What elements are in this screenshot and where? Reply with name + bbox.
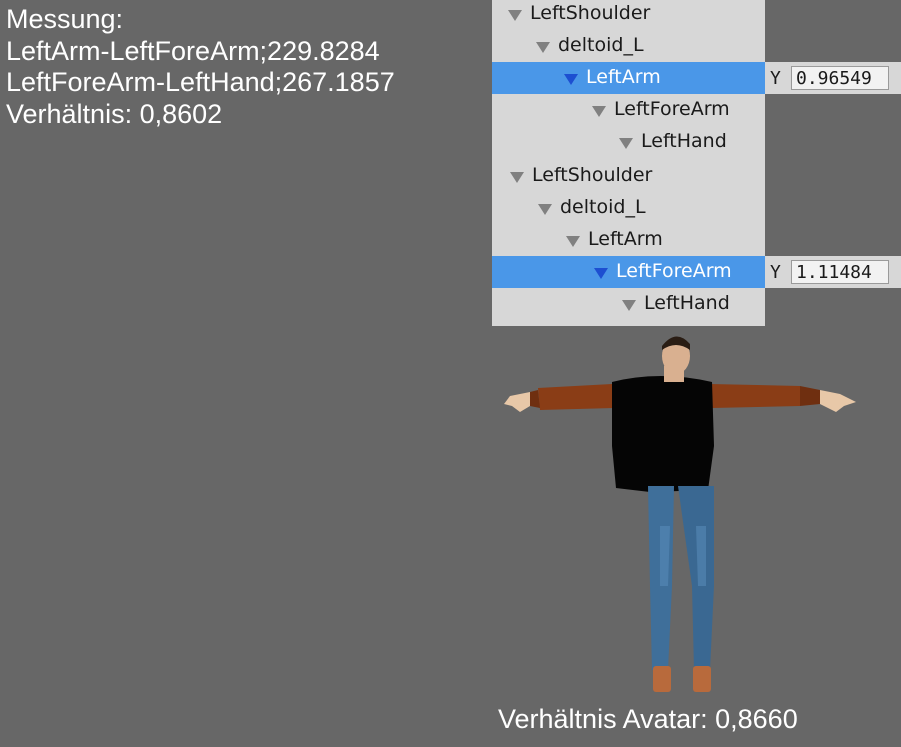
measurement-heading: Messung: [6, 4, 124, 34]
avatar-figure [504, 336, 856, 692]
right-forearm [800, 386, 820, 406]
hierarchy-item-label: LeftForeArm [614, 98, 730, 120]
hierarchy-item-label: LeftShoulder [530, 2, 651, 24]
axis-label: Y [770, 68, 781, 89]
hierarchy-item[interactable]: LeftHand [492, 288, 765, 320]
hierarchy-item-label: LeftArm [588, 228, 663, 250]
hierarchy-item-label: LeftShoulder [532, 164, 653, 186]
measurement-overlay: Messung: LeftArm-LeftForeArm;229.8284 Le… [6, 4, 395, 130]
hierarchy-item-label: LeftArm [586, 66, 661, 88]
hierarchy-item[interactable]: LeftShoulder [492, 0, 765, 30]
hierarchy-item-selected[interactable]: LeftForeArm [492, 256, 765, 288]
right-upper-arm [710, 384, 800, 408]
value-field[interactable]: 1.11484 [791, 260, 889, 284]
expand-triangle-icon[interactable] [592, 106, 606, 117]
hierarchy-item-label: deltoid_L [560, 196, 646, 218]
hierarchy-item[interactable]: LeftForeArm [492, 94, 765, 126]
value-field[interactable]: 0.96549 [791, 66, 889, 90]
inspector-row-bottom: Y 1.11484 [765, 256, 901, 288]
hierarchy-item-label: LeftHand [641, 130, 727, 152]
hierarchy-panel: LeftShoulder deltoid_L LeftArm LeftForeA… [492, 0, 765, 326]
torso [612, 376, 714, 492]
hierarchy-item[interactable]: LeftHand [492, 126, 765, 158]
expand-triangle-icon[interactable] [619, 138, 633, 149]
hierarchy-item-selected[interactable]: LeftArm [492, 62, 765, 94]
expand-triangle-icon[interactable] [566, 236, 580, 247]
left-boot [653, 666, 671, 692]
right-leg [678, 486, 714, 670]
left-upper-arm [538, 384, 614, 410]
expand-triangle-icon[interactable] [536, 42, 550, 53]
hierarchy-item[interactable]: deltoid_L [492, 30, 765, 62]
expand-triangle-icon[interactable] [508, 10, 522, 21]
measurement-line-forearm: LeftForeArm-LeftHand;267.1857 [6, 67, 395, 97]
axis-label: Y [770, 262, 781, 283]
hierarchy-item[interactable]: LeftArm [492, 224, 765, 256]
hierarchy-item-label: LeftHand [644, 292, 730, 314]
hierarchy-item-label: LeftForeArm [616, 260, 732, 282]
expand-triangle-icon[interactable] [510, 172, 524, 183]
inspector-row-top: Y 0.96549 [765, 62, 901, 94]
left-hand [504, 392, 530, 412]
hierarchy-item-label: deltoid_L [558, 34, 644, 56]
hierarchy-item[interactable]: deltoid_L [492, 192, 765, 224]
measurement-line-arm: LeftArm-LeftForeArm;229.8284 [6, 35, 380, 66]
avatar-ratio-label: Verhältnis Avatar: 0,8660 [498, 704, 798, 734]
right-hand [820, 390, 856, 412]
expand-triangle-icon[interactable] [564, 74, 578, 85]
right-boot [693, 666, 711, 692]
hierarchy-item[interactable]: LeftShoulder [492, 160, 765, 192]
expand-triangle-icon[interactable] [622, 300, 636, 311]
expand-triangle-icon[interactable] [594, 268, 608, 279]
measurement-ratio: Verhältnis: 0,8602 [6, 98, 223, 129]
expand-triangle-icon[interactable] [538, 204, 552, 215]
